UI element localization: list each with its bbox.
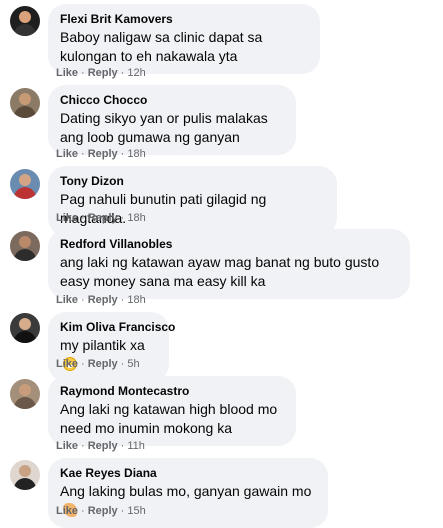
comment-timestamp[interactable]: 11h [127,440,145,452]
comment-text: ang laki ng katawan ayaw mag banat ng bu… [60,254,380,289]
comment-text: Baboy naligaw sa clinic dapat sa kulonga… [60,29,263,64]
separator-dot: · [120,440,125,452]
separator-dot: · [81,440,85,452]
reply-button[interactable]: Reply [88,212,118,224]
separator-dot: · [120,148,125,160]
avatar[interactable] [10,169,40,199]
avatar[interactable] [10,313,40,343]
comment-timestamp[interactable]: 18h [127,212,145,224]
comment-author[interactable]: Raymond Montecastro [60,383,284,399]
reply-button[interactable]: Reply [88,67,118,79]
reply-button[interactable]: Reply [88,294,118,306]
reply-button[interactable]: Reply [88,505,118,517]
comment-actions: Like · Reply · 15h [56,504,146,518]
comment-timestamp[interactable]: 5h [127,358,139,370]
reply-button[interactable]: Reply [88,440,118,452]
like-button[interactable]: Like [56,67,78,79]
comment-author[interactable]: Chicco Chocco [60,92,284,108]
comment-text: Ang laki ng katawan high blood mo need m… [60,401,278,436]
separator-dot: · [81,294,85,306]
comment-actions: Like · Reply · 12h [56,66,146,80]
comment-bubble: Chicco Chocco Dating sikyo yan or pulis … [48,85,296,155]
separator-dot: · [120,358,125,370]
like-button[interactable]: Like [56,358,78,370]
comment-actions: Like · Reply · 11h [56,439,145,453]
separator-dot: · [81,505,85,517]
comment-actions: Like · Reply · 18h [56,293,146,307]
comment-timestamp[interactable]: 15h [127,505,145,517]
comment-author[interactable]: Flexi Brit Kamovers [60,11,308,27]
comment-author[interactable]: Redford Villanobles [60,236,398,252]
comment-author[interactable]: Tony Dizon [60,173,325,189]
separator-dot: · [120,294,125,306]
comment-author[interactable]: Kim Oliva Francisco [60,319,175,335]
comment-text-content: my pilantik xa [60,337,145,353]
reply-button[interactable]: Reply [88,148,118,160]
comment-actions: Like · Reply · 5h [56,357,140,371]
reply-button[interactable]: Reply [88,358,118,370]
separator-dot: · [81,148,85,160]
comment-actions: Like · Reply · 18h [56,147,146,161]
separator-dot: · [120,212,125,224]
separator-dot: · [81,358,85,370]
like-button[interactable]: Like [56,505,78,517]
like-button[interactable]: Like [56,212,78,224]
separator-dot: · [120,67,125,79]
like-button[interactable]: Like [56,294,78,306]
separator-dot: · [81,67,85,79]
comment-text-content: Ang laking bulas mo, ganyan gawain mo [60,483,312,499]
comment-bubble: Redford Villanobles ang laki ng katawan … [48,229,410,299]
comment-timestamp[interactable]: 12h [127,67,145,79]
comment-author[interactable]: Kae Reyes Diana [60,465,316,481]
comment-bubble: Raymond Montecastro Ang laki ng katawan … [48,376,296,446]
avatar[interactable] [10,6,40,36]
comment-timestamp[interactable]: 18h [127,294,145,306]
comment-bubble: Kim Oliva Francisco my pilantik xa [48,312,175,382]
avatar[interactable] [10,88,40,118]
avatar[interactable] [10,460,40,490]
like-button[interactable]: Like [56,440,78,452]
comment-bubble: Tony Dizon Pag nahuli bunutin pati gilag… [48,166,337,236]
comment-actions: Like · Reply · 18h [56,211,146,225]
separator-dot: · [120,505,125,517]
separator-dot: · [81,212,85,224]
avatar[interactable] [10,379,40,409]
like-button[interactable]: Like [56,148,78,160]
comment-text: Dating sikyo yan or pulis malakas ang lo… [60,110,268,145]
comment-timestamp[interactable]: 18h [127,148,145,160]
comment-bubble: Flexi Brit Kamovers Baboy naligaw sa cli… [48,4,320,74]
avatar[interactable] [10,231,40,261]
